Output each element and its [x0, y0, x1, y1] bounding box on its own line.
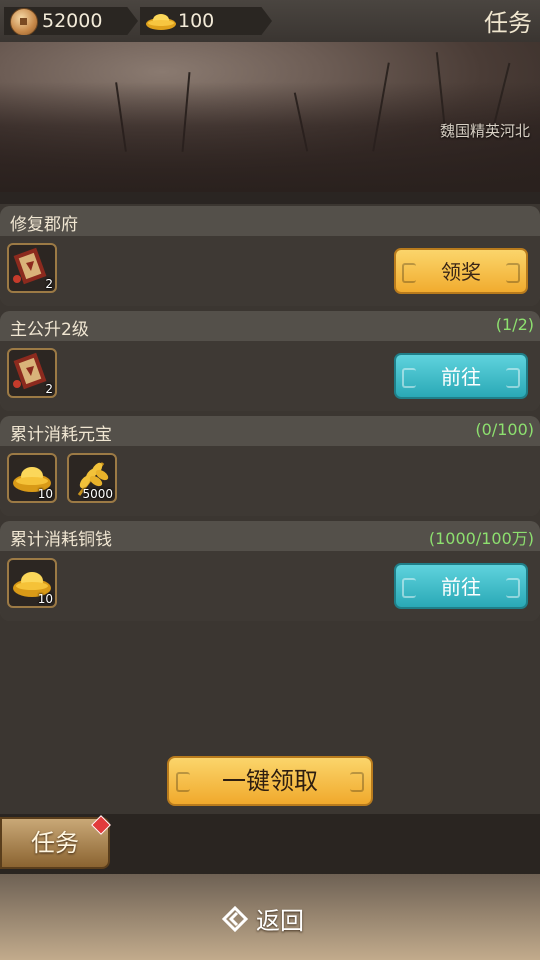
task-card: 修复郡府 2 领奖	[0, 206, 540, 306]
task-name: 累计消耗铜钱	[10, 530, 112, 550]
goto-label: 前往	[441, 365, 481, 389]
task-card: 主公升2级 (1/2) 2 前往	[0, 311, 540, 411]
copper-value: 52000	[42, 10, 103, 32]
claim-reward-button[interactable]: 领奖	[394, 248, 528, 294]
claim-all-label: 一键领取	[222, 767, 318, 795]
gold-ingot-icon	[146, 14, 176, 30]
reward-count: 10	[37, 592, 53, 606]
task-name: 累计消耗元宝	[10, 425, 112, 445]
page-title: 任务	[484, 9, 532, 37]
tab-strip: 任务	[0, 814, 540, 874]
back-button[interactable]: 返回	[220, 900, 330, 936]
claim-all-button[interactable]: 一键领取	[167, 756, 373, 806]
task-card: 累计消耗元宝 (0/100) 10 5000	[0, 416, 540, 516]
ingot-value: 100	[178, 10, 215, 32]
reward-item[interactable]: 5000	[67, 453, 117, 503]
goto-label: 前往	[441, 575, 481, 599]
reward-count: 2	[45, 382, 53, 396]
banner-caption: 魏国精英河北	[439, 122, 530, 140]
goto-button[interactable]: 前往	[394, 563, 528, 609]
reward-count: 10	[37, 487, 53, 501]
reward-item[interactable]: 2	[7, 243, 57, 293]
ingot-resource[interactable]: 100	[140, 7, 272, 35]
reward-count: 2	[45, 277, 53, 291]
reward-item[interactable]: 2	[7, 348, 57, 398]
back-arrow-icon	[221, 905, 249, 933]
copper-coin-icon	[10, 8, 38, 35]
top-bar: 52000 100 任务	[0, 0, 540, 42]
task-card: 累计消耗铜钱 (1000/100万) 10 前往	[0, 521, 540, 621]
task-name: 主公升2级	[10, 320, 89, 340]
claim-reward-label: 领奖	[441, 260, 481, 284]
reward-item[interactable]: 10	[7, 558, 57, 608]
task-progress: (1/2)	[495, 315, 534, 334]
back-label: 返回	[256, 907, 304, 935]
copper-resource[interactable]: 52000	[4, 7, 138, 35]
bottom-bar: 返回	[0, 874, 540, 960]
reward-item[interactable]: 10	[7, 453, 57, 503]
goto-button[interactable]: 前往	[394, 353, 528, 399]
battle-banner: 魏国精英河北	[0, 42, 540, 192]
divider	[0, 192, 540, 204]
task-progress: (1000/100万)	[428, 529, 534, 548]
task-progress: (0/100)	[475, 420, 534, 439]
task-name: 修复郡府	[10, 215, 78, 235]
reward-count: 5000	[82, 487, 113, 501]
tab-task-label: 任务	[31, 829, 79, 857]
